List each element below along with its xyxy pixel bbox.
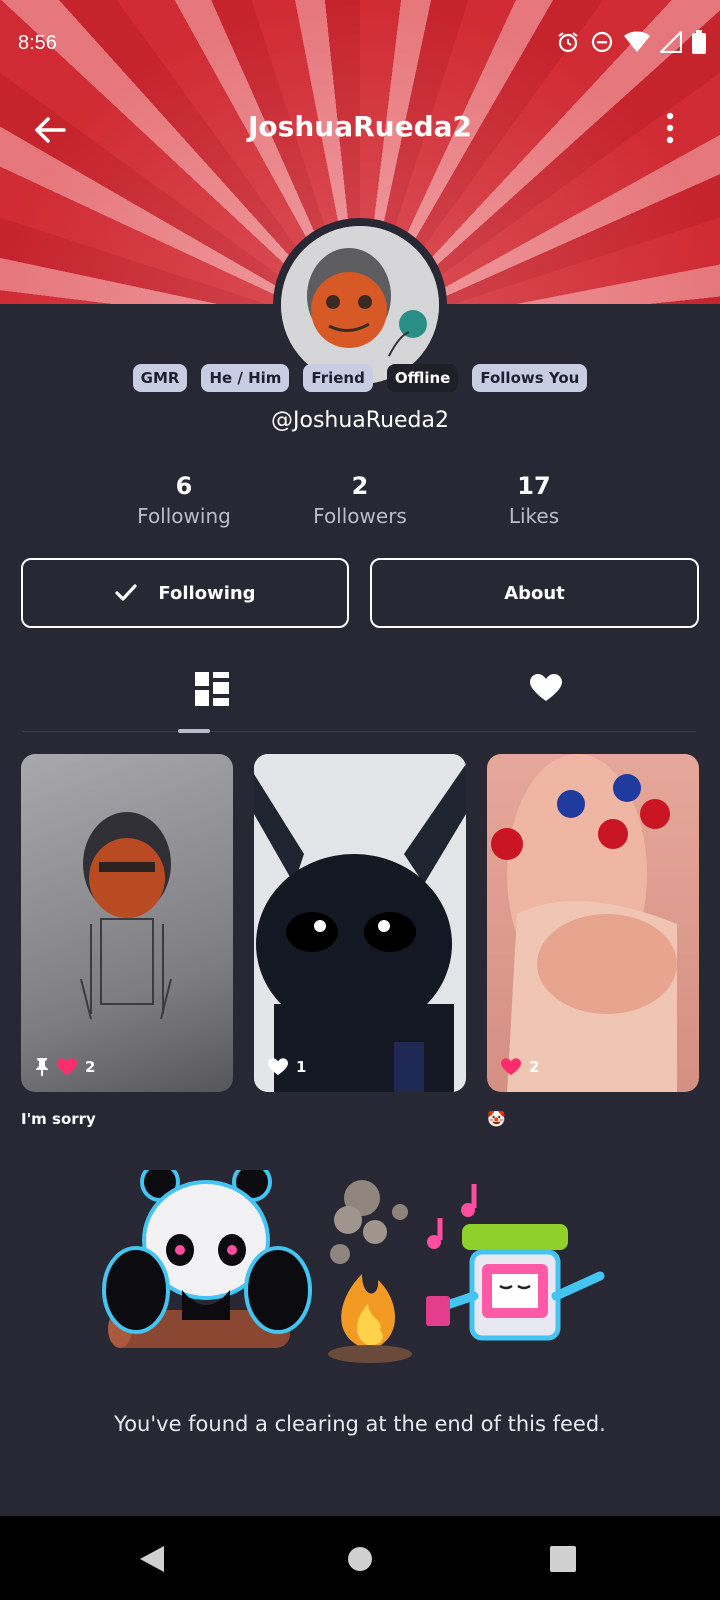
profile-badges: GMR He / Him Friend Offline Follows You xyxy=(0,364,720,392)
stat-likes: 17 Likes xyxy=(434,472,634,528)
post-meta: 2 xyxy=(501,1058,539,1076)
signal-icon xyxy=(660,31,682,53)
active-tab-indicator xyxy=(178,729,210,733)
post-card[interactable]: 2 xyxy=(21,754,233,1092)
checkmark-icon xyxy=(115,584,138,601)
post-card[interactable]: 1 xyxy=(254,754,466,1092)
pin-icon xyxy=(36,1058,48,1076)
stat-followers[interactable]: 2 Followers xyxy=(260,472,460,528)
end-of-feed-illustration xyxy=(102,1170,605,1363)
post-caption: I'm sorry xyxy=(21,1110,96,1128)
stat-value: 2 xyxy=(351,472,369,500)
post-caption: 🤡 xyxy=(487,1110,506,1128)
heart-filled-icon xyxy=(57,1058,77,1076)
top-bar: JoshuaRueda2 xyxy=(0,100,720,156)
post-meta: 2 xyxy=(35,1058,95,1076)
nav-back-icon[interactable] xyxy=(138,1544,166,1574)
more-vertical-icon xyxy=(666,112,674,144)
profile-stats: 6 Following 2 Followers 17 Likes xyxy=(0,472,720,536)
stat-label: Following xyxy=(137,504,231,528)
avatar-drawing xyxy=(281,226,439,384)
alarm-icon xyxy=(558,32,578,53)
badge-pronouns: He / Him xyxy=(201,364,290,392)
tab-posts[interactable] xyxy=(132,660,292,732)
stat-following[interactable]: 6 Following xyxy=(84,472,284,528)
status-time: 8:56 xyxy=(18,32,57,54)
stat-label: Followers xyxy=(313,504,407,528)
system-navigation-bar xyxy=(0,1516,720,1600)
wifi-icon xyxy=(624,31,650,52)
tab-liked[interactable] xyxy=(466,660,626,732)
post-thumbnail xyxy=(254,754,466,1092)
badge-follows-you: Follows You xyxy=(472,364,588,392)
following-button[interactable]: Following xyxy=(21,558,349,628)
badge-online-status: Offline xyxy=(386,364,459,392)
about-button-label: About xyxy=(504,582,565,604)
heart-filled-icon xyxy=(501,1058,521,1076)
heart-icon xyxy=(530,674,562,701)
stat-value: 17 xyxy=(517,472,551,500)
profile-handle: @JoshuaRueda2 xyxy=(271,408,449,433)
nav-recents-icon[interactable] xyxy=(550,1546,576,1572)
post-like-count: 2 xyxy=(529,1058,540,1076)
stat-label: Likes xyxy=(508,504,560,528)
more-options-button[interactable] xyxy=(660,110,680,146)
nav-home-icon[interactable] xyxy=(347,1546,373,1572)
do-not-disturb-icon xyxy=(591,31,613,53)
following-button-label: Following xyxy=(158,582,256,604)
stat-value: 6 xyxy=(175,472,193,500)
grid-icon xyxy=(195,672,229,706)
profile-tabs xyxy=(22,660,696,732)
status-bar: 8:56 xyxy=(0,22,720,66)
post-card[interactable]: 2 xyxy=(487,754,699,1092)
post-thumbnail xyxy=(491,754,677,1092)
battery-icon xyxy=(692,30,706,54)
badge-friend: Friend xyxy=(303,364,373,392)
post-like-count: 1 xyxy=(296,1058,307,1076)
post-thumbnail xyxy=(80,812,172,1020)
post-like-count: 2 xyxy=(85,1058,96,1076)
heart-icon xyxy=(268,1058,288,1076)
post-meta: 1 xyxy=(268,1058,306,1076)
about-button[interactable]: About xyxy=(370,558,699,628)
end-of-feed-message: You've found a clearing at the end of th… xyxy=(114,1412,606,1436)
badge-gmr: GMR xyxy=(132,364,188,392)
page-title: JoshuaRueda2 xyxy=(248,110,472,143)
